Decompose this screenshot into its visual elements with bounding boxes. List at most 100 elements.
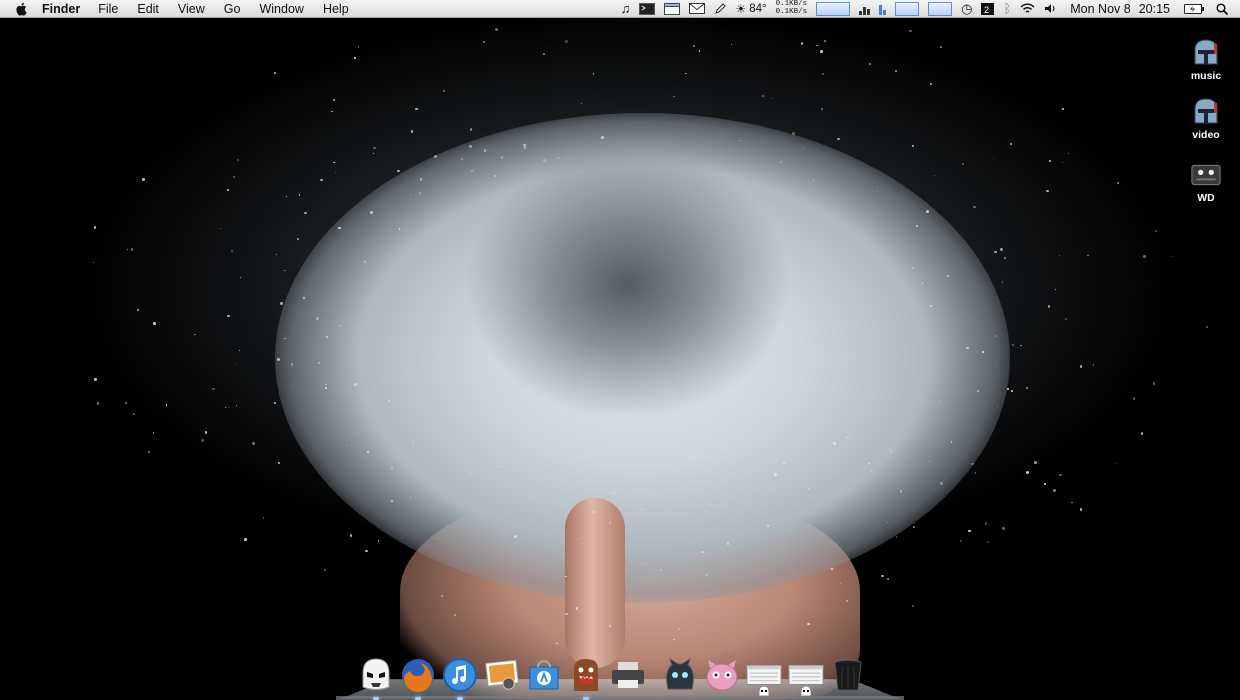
firefox-icon <box>402 659 434 693</box>
water-droplet <box>649 607 651 609</box>
dock-item-window-stack-2[interactable] <box>788 656 824 696</box>
dock-item-stormtrooper[interactable] <box>358 656 394 700</box>
bluetooth-icon[interactable]: ᛒ <box>1003 2 1011 15</box>
desktop-icon-video[interactable]: video <box>1176 97 1236 141</box>
water-droplet <box>987 541 990 544</box>
water-droplet <box>303 211 307 215</box>
water-droplet <box>434 154 438 158</box>
desktop-wallpaper <box>0 18 1240 700</box>
water-droplet <box>960 540 962 543</box>
mail-icon[interactable] <box>689 3 706 14</box>
memory-bars-icon[interactable] <box>859 3 871 15</box>
water-droplet <box>543 158 547 162</box>
water-droplet <box>542 508 544 510</box>
cpu-graph-icon[interactable] <box>895 1 920 16</box>
water-droplet <box>365 550 368 553</box>
water-droplet <box>443 90 445 92</box>
time-machine-icon[interactable]: ◷ <box>961 2 972 15</box>
water-droplet <box>890 451 892 453</box>
water-droplet <box>726 542 729 545</box>
menu-help[interactable]: Help <box>323 2 349 16</box>
water-droplet <box>354 57 356 59</box>
menu-view[interactable]: View <box>178 2 205 16</box>
dock-item-domo[interactable] <box>568 656 604 700</box>
menu-edit[interactable]: Edit <box>137 2 159 16</box>
desktop-icon-label: music <box>1190 70 1222 82</box>
weather-temperature[interactable]: ☀ 84° <box>735 2 766 16</box>
water-droplet <box>1046 189 1049 193</box>
water-droplet <box>846 435 849 439</box>
water-droplet <box>353 383 357 386</box>
app-store-icon <box>529 660 559 690</box>
water-droplet <box>690 631 692 633</box>
water-droplet <box>279 302 283 305</box>
water-droplet <box>273 71 277 74</box>
dock-item-itunes[interactable] <box>442 656 478 700</box>
network-speed[interactable]: 0.1KB/s 0.1KB/s <box>776 0 808 16</box>
window-stack-icon <box>746 665 782 685</box>
water-droplet <box>800 42 804 45</box>
water-droplet <box>1141 432 1144 435</box>
dock-item-dark-creature[interactable] <box>662 656 698 694</box>
stormtrooper-icon <box>800 686 812 696</box>
water-droplet <box>887 577 890 580</box>
water-droplet <box>881 574 884 578</box>
water-droplet <box>377 540 379 542</box>
water-droplet <box>153 322 156 325</box>
water-droplet <box>564 39 568 43</box>
battery-icon[interactable] <box>1184 3 1204 14</box>
menu-window[interactable]: Window <box>259 2 303 16</box>
water-droplet <box>276 357 280 361</box>
dock-item-iphoto[interactable] <box>484 656 520 694</box>
dark-creature-icon <box>666 657 694 690</box>
dock-item-window-stack-1[interactable] <box>746 656 782 696</box>
water-droplet <box>761 94 764 97</box>
water-droplet <box>278 462 280 464</box>
water-droplet <box>94 378 97 381</box>
network-graph-icon[interactable] <box>816 1 851 16</box>
water-droplet <box>659 568 663 571</box>
time-text: 20:15 <box>1138 1 1170 16</box>
water-droplet <box>869 470 872 473</box>
clock[interactable]: Mon Nov 8 20:15 <box>1070 2 1170 16</box>
water-droplet <box>364 261 366 263</box>
pencil-icon[interactable] <box>714 2 727 15</box>
music-note-icon[interactable]: ♫ <box>621 2 631 15</box>
spotlight-icon[interactable] <box>1216 2 1228 15</box>
dock-item-app-store[interactable] <box>526 656 562 694</box>
wifi-icon[interactable] <box>1020 3 1035 14</box>
dock-item-pink-creature[interactable] <box>704 656 740 694</box>
water-droplet <box>92 261 95 263</box>
desktop-icon-wd[interactable]: WD <box>1176 160 1236 204</box>
water-droplet <box>349 534 353 537</box>
apple-menu-icon[interactable] <box>14 2 28 16</box>
water-droplet <box>398 228 401 230</box>
cpu-bars-icon[interactable] <box>879 3 887 15</box>
window-icon[interactable] <box>664 2 681 15</box>
sun-icon: ☀ <box>735 1 747 16</box>
water-droplet <box>409 496 411 498</box>
water-droplet <box>1205 325 1208 328</box>
spaces-icon[interactable]: 2 <box>981 2 995 15</box>
finger <box>565 498 625 668</box>
status-menus: ♫ ☀ 84° 0.1KB/s 0.1KB/s ◷ 2 ᛒ Mon Nov 8 … <box>612 0 1240 17</box>
water-droplet <box>96 401 100 405</box>
volume-icon[interactable] <box>1044 3 1056 14</box>
disk-graph-icon[interactable] <box>928 1 953 16</box>
dock-item-printer[interactable] <box>610 656 646 694</box>
water-droplet <box>929 305 932 308</box>
desktop-icon-music[interactable]: music <box>1176 38 1236 82</box>
dock-item-firefox[interactable] <box>400 656 436 700</box>
water-droplet <box>373 146 376 150</box>
menu-finder[interactable]: Finder <box>42 2 80 16</box>
dock-item-trash[interactable] <box>830 656 866 694</box>
water-droplet <box>484 149 487 152</box>
water-droplet <box>495 27 499 31</box>
water-droplet <box>939 481 943 485</box>
terminal-icon[interactable] <box>639 2 656 15</box>
water-droplet <box>1142 255 1146 258</box>
menu-file[interactable]: File <box>98 2 118 16</box>
menu-go[interactable]: Go <box>224 2 241 16</box>
water-droplet <box>147 451 150 454</box>
water-droplet <box>130 248 134 251</box>
